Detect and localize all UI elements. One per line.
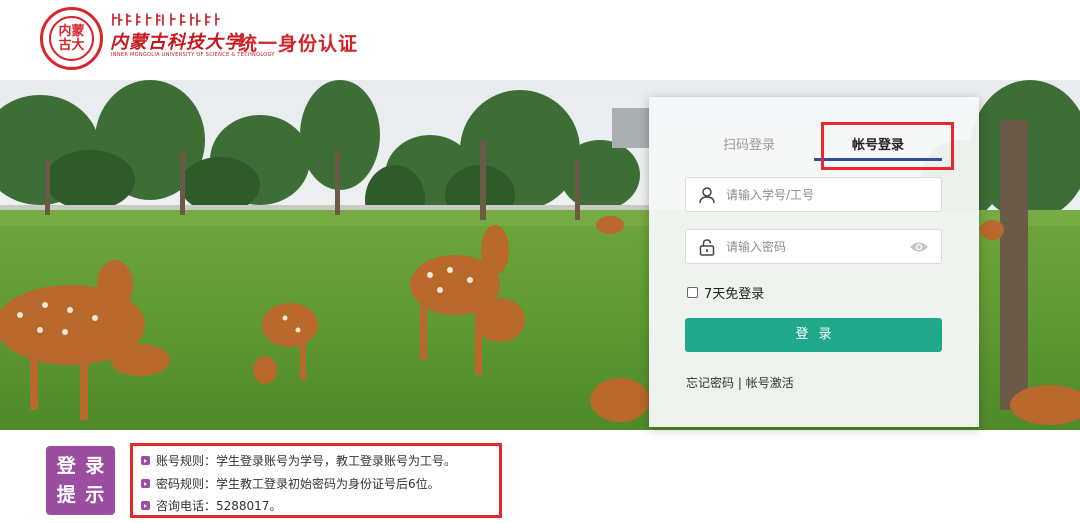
bullet-icon — [141, 501, 150, 510]
tip-text: 咨询电话：5288017。 — [156, 499, 282, 513]
tip-item: 密码规则：学生教工登录初始密码为身份证号后6位。 — [141, 475, 440, 492]
tips-logo-char: 登 — [56, 455, 76, 477]
tip-text: 密码规则：学生教工登录初始密码为身份证号后6位。 — [156, 477, 440, 491]
login-links: 忘记密码 | 帐号激活 — [686, 374, 794, 391]
university-name: 内蒙古科技大学 — [110, 32, 243, 53]
user-icon — [699, 187, 715, 204]
header: 内蒙古大 内蒙古科技大学 INNER MONGOLIA UNIVERSITY O… — [0, 0, 1080, 80]
activate-account-link[interactable]: 帐号激活 — [746, 374, 794, 391]
remember-checkbox[interactable] — [687, 287, 698, 298]
remember-label: 7天免登录 — [704, 287, 765, 302]
login-button[interactable]: 登录 — [685, 318, 942, 352]
seal-text: 内蒙古大 — [58, 23, 85, 53]
tip-text: 账号规则：学生登录账号为学号，教工登录账号为工号。 — [156, 454, 457, 468]
eye-icon[interactable] — [909, 239, 929, 255]
tab-highlight-box — [821, 122, 954, 170]
page-title: 统一身份认证 — [238, 33, 359, 55]
bullet-icon — [141, 456, 150, 465]
login-page: 内蒙古大 内蒙古科技大学 INNER MONGOLIA UNIVERSITY O… — [0, 0, 1080, 523]
university-seal-logo: 内蒙古大 — [40, 7, 103, 70]
tips-logo-char: 提 — [56, 483, 76, 506]
tab-qr-login[interactable]: 扫码登录 — [723, 134, 775, 153]
mongolian-script-logo — [112, 13, 220, 26]
password-field[interactable] — [685, 229, 942, 264]
tip-item: 咨询电话：5288017。 — [141, 497, 281, 514]
login-tips-box: 账号规则：学生登录账号为学号，教工登录账号为工号。 密码规则：学生教工登录初始密… — [130, 443, 502, 518]
tip-item: 账号规则：学生登录账号为学号，教工登录账号为工号。 — [141, 452, 456, 469]
login-tips-logo: 登 录 提 示 — [46, 446, 115, 515]
forgot-password-link[interactable]: 忘记密码 — [686, 374, 734, 391]
tips-logo-char: 录 — [85, 455, 105, 477]
lock-icon — [699, 239, 715, 256]
password-input[interactable] — [726, 237, 906, 257]
login-panel: 扫码登录 帐号登录 7天免登录 — [649, 97, 979, 427]
tips-logo-char: 示 — [85, 483, 105, 506]
username-field[interactable] — [685, 177, 942, 212]
remember-me[interactable]: 7天免登录 — [687, 283, 764, 302]
username-input[interactable] — [726, 185, 906, 205]
link-separator: | — [734, 376, 746, 390]
bullet-icon — [141, 479, 150, 488]
